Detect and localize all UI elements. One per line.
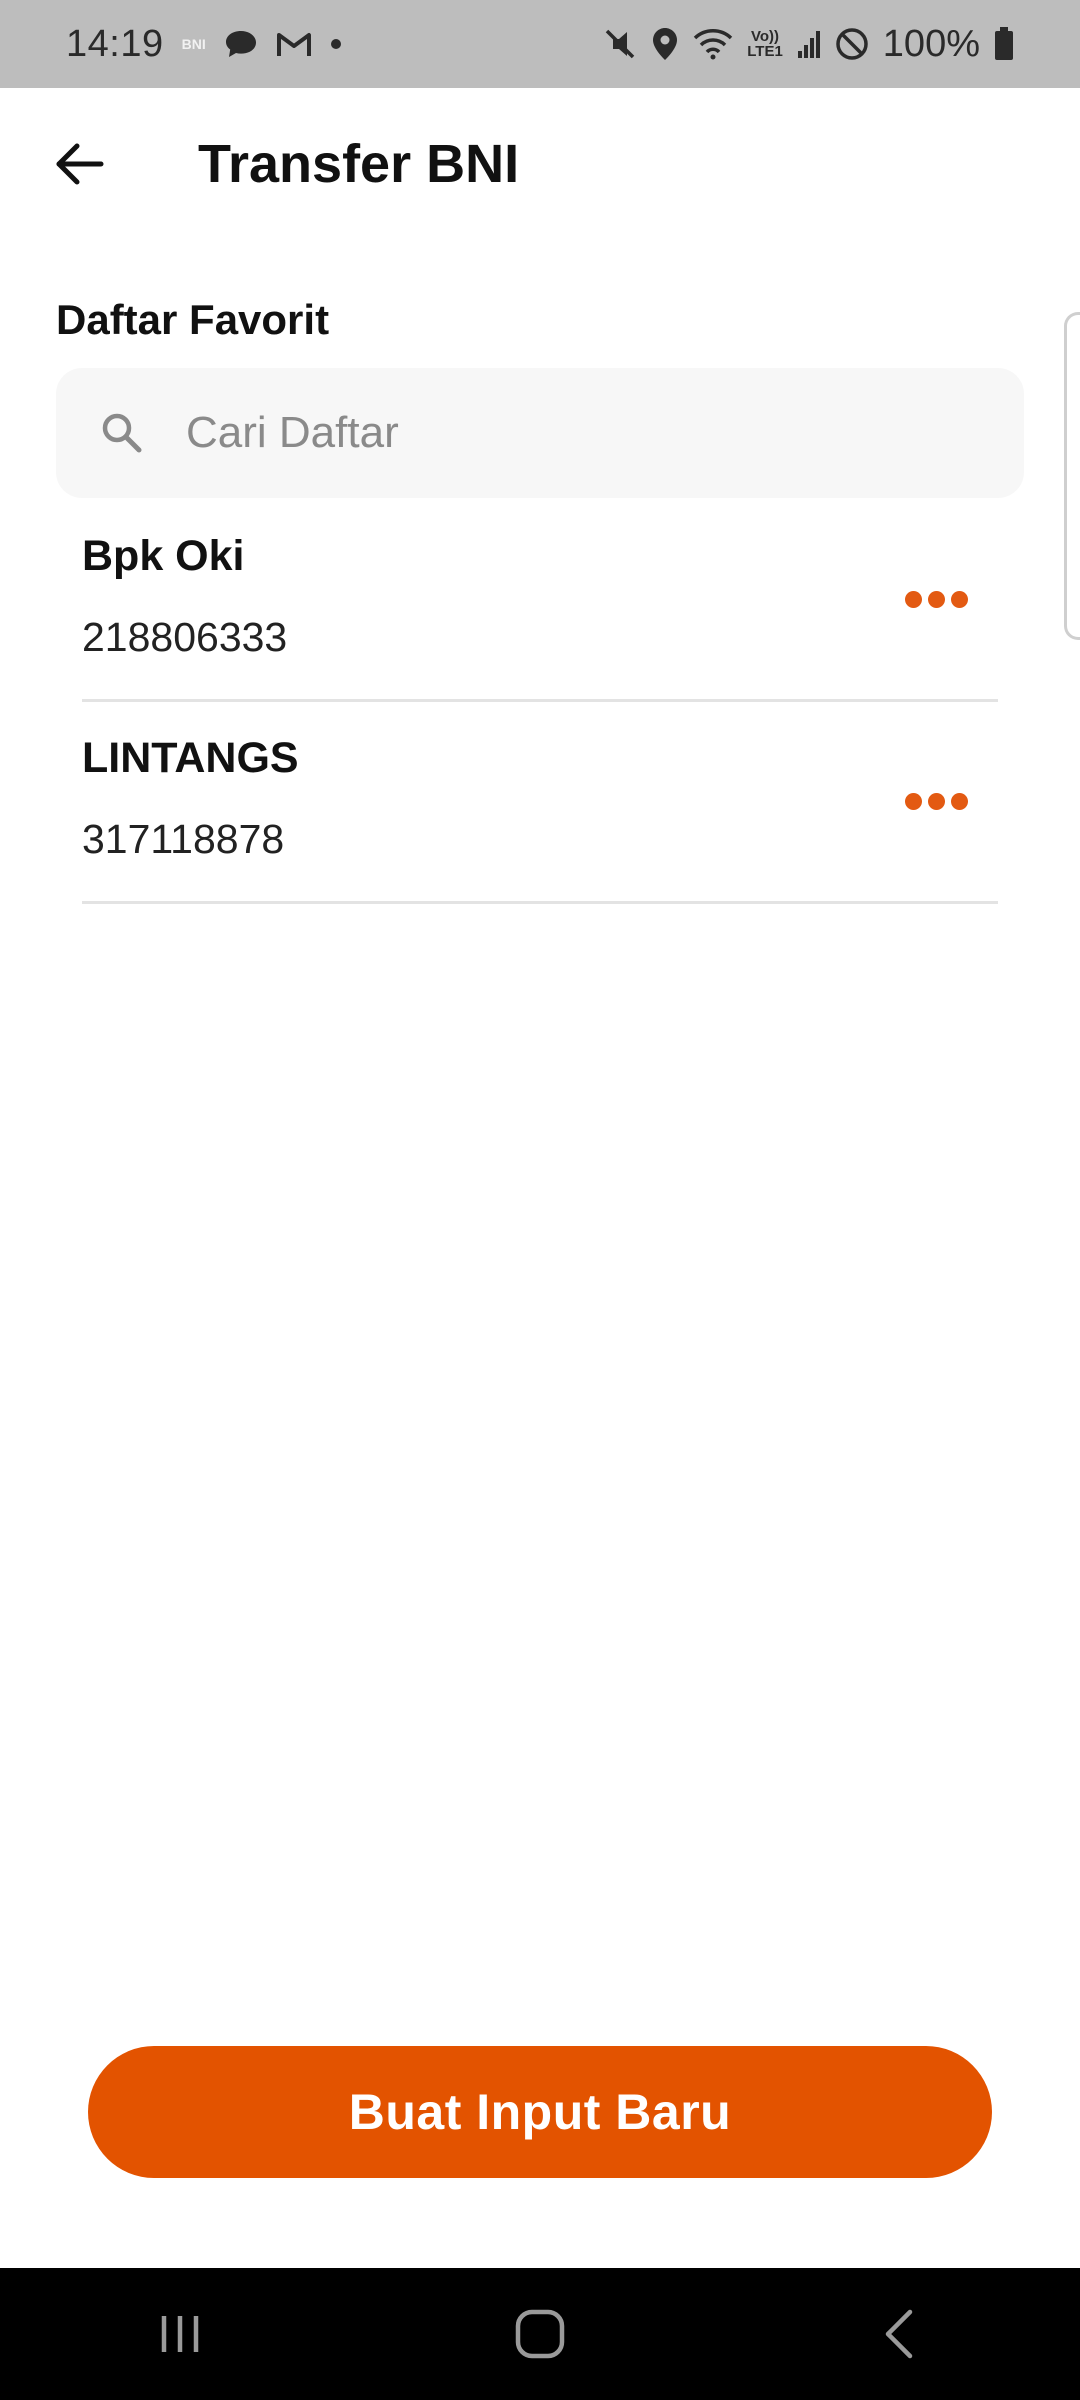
battery-percent: 100% (882, 22, 980, 65)
mute-icon (603, 27, 637, 61)
status-time: 14:19 (66, 22, 164, 65)
signal-icon (797, 29, 821, 59)
more-dots-icon (950, 590, 968, 608)
battery-icon (994, 27, 1014, 61)
scroll-indicator[interactable] (1064, 312, 1080, 640)
recent-apps-icon (161, 2316, 199, 2352)
section-title: Daftar Favorit (56, 296, 330, 343)
search-input[interactable] (186, 398, 986, 468)
list-item[interactable]: LINTANGS 317118878 (82, 702, 998, 904)
more-dots-icon (904, 792, 922, 810)
back-button[interactable] (48, 132, 112, 196)
gmail-icon (276, 30, 312, 58)
system-back-button[interactable] (840, 2284, 960, 2384)
favorite-account-number: 317118878 (82, 816, 285, 862)
favorite-name: Bpk Oki (82, 532, 245, 580)
more-dots-icon (950, 792, 968, 810)
do-not-disturb-icon (835, 27, 869, 61)
home-icon (515, 2309, 565, 2359)
more-dots-icon (927, 792, 945, 810)
arrow-left-icon (56, 143, 104, 185)
page-title: Transfer BNI (198, 134, 520, 194)
status-bar: 14:19 BNI Vo)) LTE1 100% (0, 0, 1080, 88)
new-input-button[interactable]: Buat Input Baru (88, 2046, 992, 2178)
more-dots-icon (904, 590, 922, 608)
system-nav-bar (0, 2268, 1080, 2400)
home-button[interactable] (480, 2284, 600, 2384)
chat-bubble-icon (224, 29, 258, 59)
location-icon (651, 26, 679, 62)
status-left: 14:19 BNI (66, 23, 342, 66)
volte-icon: Vo)) LTE1 (747, 28, 783, 60)
more-options-button[interactable] (896, 574, 976, 624)
search-box[interactable] (56, 368, 1024, 498)
favorite-account-number: 218806333 (82, 614, 288, 660)
search-icon (100, 411, 144, 460)
wifi-icon (693, 28, 733, 60)
list-item[interactable]: Bpk Oki 218806333 (82, 500, 998, 702)
more-options-button[interactable] (896, 776, 976, 826)
status-right: Vo)) LTE1 100% (603, 23, 1014, 66)
app-bar: Transfer BNI (0, 88, 1080, 244)
favorite-name: LINTANGS (82, 734, 299, 782)
notification-dot-icon (330, 38, 342, 50)
recent-apps-button[interactable] (120, 2284, 240, 2384)
bni-notification-icon: BNI (181, 36, 206, 52)
back-chevron-icon (885, 2309, 913, 2359)
more-dots-icon (927, 590, 945, 608)
favorites-list: Bpk Oki 218806333 LINTANGS 317118878 (82, 500, 998, 904)
